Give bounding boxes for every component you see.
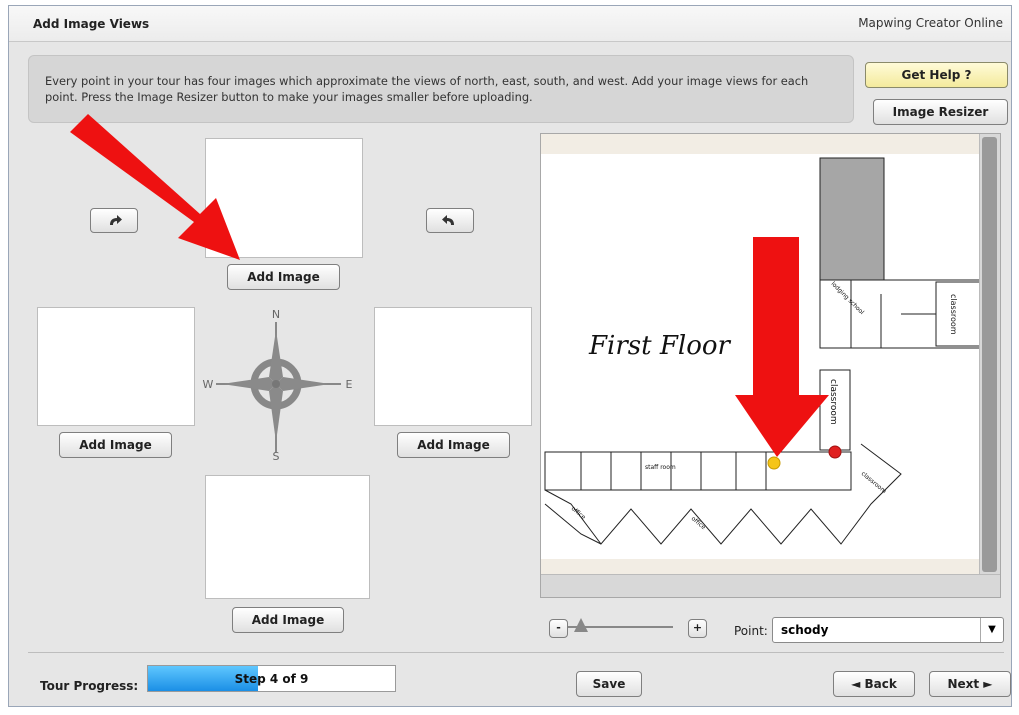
- floor-label: First Floor: [588, 331, 732, 361]
- point-label: Point:: [734, 624, 768, 638]
- point-select[interactable]: schody ▼: [772, 617, 1004, 643]
- image-resizer-button[interactable]: Image Resizer: [873, 99, 1008, 125]
- add-east-image-button[interactable]: Add Image: [397, 432, 510, 458]
- title-bar: Add Image Views Mapwing Creator Online: [9, 6, 1011, 42]
- zoom-slider-thumb[interactable]: [574, 618, 588, 632]
- room-label: staff room: [645, 464, 676, 471]
- room-label: classroom: [949, 294, 958, 335]
- compass-south-label: S: [273, 450, 280, 462]
- zoom-in-button[interactable]: +: [688, 619, 707, 638]
- map-vertical-scrollbar[interactable]: [979, 134, 1000, 597]
- rotate-left-button[interactable]: [426, 208, 474, 233]
- get-help-button[interactable]: Get Help ?: [865, 62, 1008, 88]
- map-horizontal-scrollbar[interactable]: [541, 574, 1000, 597]
- west-image-slot[interactable]: [37, 307, 195, 426]
- save-button[interactable]: Save: [576, 671, 642, 697]
- tour-progress-label: Tour Progress:: [40, 679, 139, 693]
- annotation-arrow-icon: [70, 114, 240, 260]
- tour-progress-text: Step 4 of 9: [234, 672, 309, 686]
- info-text: Every point in your tour has four images…: [45, 74, 809, 104]
- compass-west-label: W: [203, 378, 214, 391]
- south-image-slot[interactable]: [205, 475, 370, 599]
- tour-progress-bar: Step 4 of 9: [147, 665, 396, 692]
- point-marker[interactable]: [828, 445, 842, 459]
- compass-icon: N E S W: [203, 308, 353, 462]
- back-button[interactable]: ◄ Back: [833, 671, 915, 697]
- app-name: Mapwing Creator Online: [858, 16, 1003, 30]
- room-label: classroom: [860, 470, 888, 495]
- undo-arrow-icon: [442, 215, 454, 225]
- east-image-slot[interactable]: [374, 307, 532, 426]
- add-south-image-button[interactable]: Add Image: [232, 607, 344, 633]
- compass-east-label: E: [346, 378, 353, 391]
- zoom-out-button[interactable]: -: [549, 619, 568, 638]
- compass-north-label: N: [272, 308, 280, 321]
- point-select-value: schody: [781, 623, 829, 637]
- map-scroll-thumb[interactable]: [982, 137, 997, 572]
- annotation-arrow-icon: [735, 237, 829, 457]
- page-title: Add Image Views: [33, 17, 150, 31]
- room-label: office: [690, 515, 707, 531]
- add-west-image-button[interactable]: Add Image: [59, 432, 172, 458]
- chevron-down-icon[interactable]: ▼: [980, 618, 1003, 642]
- next-button[interactable]: Next ►: [929, 671, 1011, 697]
- footer-divider: [28, 652, 1004, 653]
- room-label: office: [570, 505, 587, 521]
